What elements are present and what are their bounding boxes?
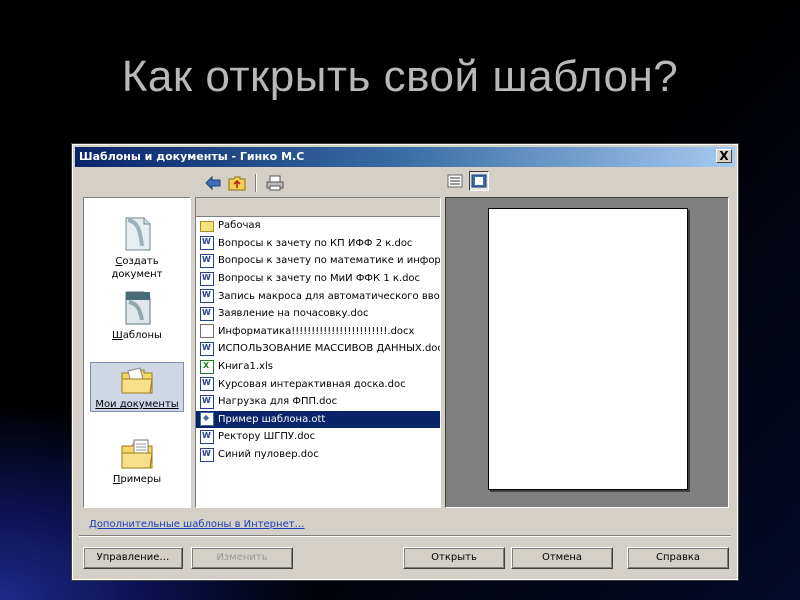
- close-button[interactable]: X: [716, 149, 732, 163]
- my-documents-folder-icon: [121, 367, 153, 394]
- preview-pane: [445, 197, 729, 508]
- file-row[interactable]: Заявление на почасовку.doc: [196, 305, 440, 323]
- back-arrow-icon: [205, 176, 221, 190]
- word-file-icon: [200, 236, 214, 251]
- divider: [79, 535, 731, 537]
- file-name: Вопросы к зачету по МиИ ФФК 1 к.doc: [218, 273, 421, 285]
- file-items: Рабочая Вопросы к зачету по КП ИФФ 2 к.do…: [196, 217, 440, 463]
- file-row[interactable]: Рабочая: [196, 217, 440, 235]
- cancel-label: Отмена: [541, 552, 583, 563]
- folder-icon: [200, 221, 214, 233]
- file-row[interactable]: Курсовая интерактивная доска.doc: [196, 375, 440, 393]
- manage-button[interactable]: Управление…: [83, 547, 183, 569]
- category-templates[interactable]: Шаблоны: [90, 290, 184, 342]
- preview-view-button[interactable]: [469, 171, 489, 191]
- open-label: Открыть: [431, 552, 477, 563]
- cancel-button[interactable]: Отмена: [511, 547, 613, 569]
- word-file-icon: [200, 447, 214, 462]
- templates-dialog: Шаблоны и документы - Гинко М.С X Создат…: [71, 143, 739, 581]
- list-view-icon: [447, 174, 463, 188]
- doc-file-icon: [200, 324, 214, 339]
- file-name: Нагрузка для ФПП.doc: [218, 396, 338, 408]
- open-button[interactable]: Открыть: [403, 547, 505, 569]
- category-new-document[interactable]: Создать документ: [90, 216, 184, 281]
- preview-view-icon: [471, 174, 487, 188]
- file-row[interactable]: Пример шаблона.ott: [196, 410, 440, 429]
- category-label: римеры: [120, 474, 162, 485]
- edit-button[interactable]: Изменить: [191, 547, 293, 569]
- dialog-title: Шаблоны и документы - Гинко М.С: [79, 150, 305, 163]
- file-row[interactable]: Вопросы к зачету по КП ИФФ 2 к.doc: [196, 235, 440, 253]
- word-file-icon: [200, 253, 214, 268]
- category-label: аблоны: [122, 330, 162, 341]
- file-name: Запись макроса для автоматического вво: [218, 290, 440, 302]
- file-name: ИСПОЛЬЗОВАНИЕ МАССИВОВ ДАННЫХ.doc: [218, 343, 441, 355]
- view-toolbar: [445, 170, 489, 192]
- category-my-documents[interactable]: Мои документы: [90, 362, 184, 412]
- new-document-icon: [125, 217, 151, 251]
- file-row[interactable]: Вопросы к зачету по МиИ ФФК 1 к.doc: [196, 270, 440, 288]
- file-name: Пример шаблона.ott: [218, 413, 326, 425]
- file-name: Вопросы к зачету по КП ИФФ 2 к.doc: [218, 237, 413, 249]
- more-templates-link[interactable]: Дополнительные шаблоны в Интернет…: [89, 519, 305, 530]
- file-name: Синий пуловер.doc: [218, 449, 319, 461]
- file-name: Курсовая интерактивная доска.doc: [218, 378, 406, 390]
- list-header: [196, 198, 440, 217]
- toolbar-separator: [255, 174, 257, 192]
- help-button[interactable]: Справка: [627, 547, 729, 569]
- folder-up-button[interactable]: [227, 173, 247, 193]
- file-row[interactable]: Книга1.xls: [196, 358, 440, 376]
- word-file-icon: [200, 377, 214, 392]
- category-label-line2: документ: [111, 269, 163, 280]
- file-row[interactable]: Синий пуловер.doc: [196, 446, 440, 464]
- file-row[interactable]: Ректору ШГПУ.doc: [196, 428, 440, 446]
- word-file-icon: [200, 306, 214, 321]
- examples-icon: [121, 439, 153, 469]
- word-file-icon: [200, 341, 214, 356]
- edit-label: Изменить: [216, 552, 268, 563]
- word-file-icon: [200, 271, 214, 286]
- word-file-icon: [200, 394, 214, 409]
- category-panel: Создать документ Шаблоны Мои документы П…: [83, 197, 191, 508]
- category-label: оздать: [122, 256, 159, 267]
- file-row[interactable]: Запись макроса для автоматического вво: [196, 287, 440, 305]
- navigation-toolbar: [203, 172, 285, 194]
- slide-title: Как открыть свой шаблон?: [121, 52, 679, 101]
- file-name: Информатика!!!!!!!!!!!!!!!!!!!!!!!!.docx: [218, 325, 415, 337]
- file-row[interactable]: Информатика!!!!!!!!!!!!!!!!!!!!!!!!.docx: [196, 323, 440, 341]
- file-list: Рабочая Вопросы к зачету по КП ИФФ 2 к.do…: [195, 197, 441, 508]
- preview-page: [488, 208, 688, 490]
- manage-label: Управление…: [96, 552, 170, 563]
- word-file-icon: [200, 289, 214, 304]
- dialog-titlebar[interactable]: Шаблоны и документы - Гинко М.С X: [75, 147, 735, 167]
- help-label: Справка: [655, 552, 701, 563]
- file-row[interactable]: ИСПОЛЬЗОВАНИЕ МАССИВОВ ДАННЫХ.doc: [196, 340, 440, 358]
- file-name: Ректору ШГПУ.doc: [218, 431, 316, 443]
- print-button[interactable]: [265, 173, 285, 193]
- category-examples[interactable]: Примеры: [90, 438, 184, 486]
- file-row[interactable]: Вопросы к зачету по математике и инфор: [196, 252, 440, 270]
- templates-icon: [125, 291, 151, 325]
- folder-up-icon: [228, 176, 246, 191]
- file-row[interactable]: Нагрузка для ФПП.doc: [196, 393, 440, 411]
- category-label: Мои документы: [95, 399, 179, 410]
- template-file-icon: [200, 412, 214, 427]
- file-name: Заявление на почасовку.doc: [218, 308, 369, 320]
- print-icon: [266, 175, 284, 191]
- close-icon: X: [719, 149, 729, 163]
- file-name: Рабочая: [218, 220, 261, 232]
- excel-file-icon: [200, 359, 214, 374]
- back-button[interactable]: [203, 173, 223, 193]
- category-accel: Ш: [112, 330, 123, 341]
- file-name: Книга1.xls: [218, 361, 273, 373]
- word-file-icon: [200, 429, 214, 444]
- file-name: Вопросы к зачету по математике и инфор: [218, 255, 441, 267]
- list-view-button[interactable]: [445, 171, 465, 191]
